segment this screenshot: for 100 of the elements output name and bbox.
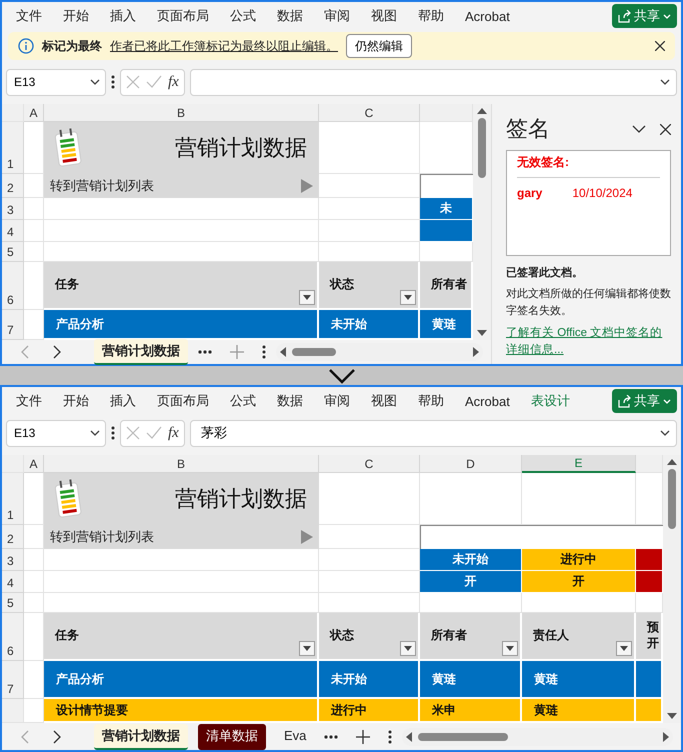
formula-field[interactable]: 茅彩 (190, 420, 677, 446)
grid-cell[interactable] (44, 220, 319, 242)
ribbon-tab[interactable]: Acrobat (455, 8, 520, 24)
sheet-tab[interactable]: Eva (276, 725, 314, 748)
cancel-icon[interactable] (126, 75, 140, 89)
scroll-up-icon[interactable] (477, 108, 487, 114)
grid-cell[interactable] (24, 593, 44, 613)
grid-cell[interactable] (24, 613, 44, 661)
ribbon-tab[interactable]: 插入 (100, 7, 146, 25)
more-vertical-icon[interactable] (111, 75, 115, 89)
grid-cell[interactable] (24, 699, 44, 723)
ribbon-tab[interactable]: 视图 (361, 392, 407, 410)
filter-button[interactable] (299, 641, 315, 656)
ribbon-tab[interactable]: 审阅 (314, 7, 360, 25)
grid-cell[interactable] (420, 473, 522, 525)
more-vertical-icon[interactable] (388, 730, 392, 744)
grid-cell[interactable] (44, 549, 319, 571)
scroll-down-icon[interactable] (667, 713, 677, 719)
chevron-down-icon[interactable] (632, 125, 646, 133)
close-icon[interactable] (660, 124, 671, 134)
share-button[interactable]: 共享 (612, 389, 677, 413)
grid-cell[interactable] (319, 593, 420, 613)
grid-cell[interactable] (44, 242, 319, 262)
ribbon-tab[interactable]: 页面布局 (147, 7, 219, 25)
message-link[interactable]: 作者已将此工作簿标记为最终以阻止编辑。 (110, 38, 338, 54)
ribbon-tab[interactable]: 公式 (220, 392, 266, 410)
row-number[interactable]: 2 (2, 174, 24, 198)
scroll-left-icon[interactable] (406, 732, 412, 742)
ribbon-tab[interactable]: 视图 (361, 7, 407, 25)
row-number[interactable]: 5 (2, 242, 24, 262)
filter-button[interactable] (299, 290, 315, 305)
filter-button[interactable] (400, 290, 416, 305)
grid-cell[interactable] (24, 661, 44, 699)
row-number[interactable]: 6 (2, 262, 24, 310)
signer-name[interactable]: gary (517, 186, 542, 200)
grid-cell[interactable] (319, 174, 420, 198)
row-number[interactable]: 6 (2, 613, 24, 661)
filter-button[interactable] (502, 641, 518, 656)
filter-button[interactable] (400, 641, 416, 656)
name-box[interactable]: E13 (6, 420, 106, 446)
row-number[interactable]: 7 (2, 661, 24, 699)
grid-cell[interactable] (522, 593, 636, 613)
scrollbar-thumb[interactable] (418, 732, 508, 740)
row-number[interactable]: 1 (2, 122, 24, 174)
ribbon-tab[interactable]: 页面布局 (147, 392, 219, 410)
scroll-right-icon[interactable] (663, 732, 669, 742)
ribbon-tab[interactable]: 文件 (6, 392, 52, 410)
grid-cell[interactable] (319, 549, 420, 571)
column-header[interactable]: B (44, 455, 319, 473)
grid-cell[interactable] (319, 242, 420, 262)
list-link[interactable]: 转到营销计划列表 (44, 174, 319, 198)
column-header[interactable]: B (44, 104, 319, 122)
column-header[interactable]: E (522, 455, 636, 473)
check-icon[interactable] (146, 426, 162, 440)
grid-cell[interactable] (24, 242, 44, 262)
formula-field[interactable] (190, 68, 677, 96)
grid-cell[interactable] (420, 242, 473, 262)
row-number[interactable]: 5 (2, 593, 24, 613)
grid-cell[interactable] (24, 220, 44, 242)
add-sheet-icon[interactable] (356, 730, 370, 744)
ribbon-tab[interactable]: 文件 (6, 7, 52, 25)
row-number[interactable]: 3 (2, 549, 24, 571)
grid-cell[interactable] (24, 262, 44, 310)
row-number[interactable]: 3 (2, 198, 24, 220)
edit-anyway-button[interactable]: 仍然编辑 (346, 34, 412, 58)
ribbon-tab[interactable]: 公式 (220, 7, 266, 25)
row-number[interactable] (2, 699, 24, 723)
check-icon[interactable] (146, 75, 162, 89)
more-icon[interactable] (198, 350, 212, 354)
ribbon-tab[interactable]: 帮助 (408, 392, 454, 410)
grid-cell[interactable] (44, 198, 319, 220)
sheet-tab[interactable]: 清单数据 (198, 724, 266, 750)
grid-cell[interactable] (24, 473, 44, 525)
select-all-corner[interactable] (2, 104, 24, 122)
name-box[interactable]: E13 (6, 68, 106, 96)
column-header[interactable]: D (420, 455, 522, 473)
grid-cell[interactable] (420, 122, 473, 174)
row-number[interactable]: 4 (2, 220, 24, 242)
grid-cell[interactable] (636, 473, 663, 525)
more-vertical-icon[interactable] (262, 345, 266, 359)
grid-cell[interactable] (319, 122, 420, 174)
ribbon-tab[interactable]: 数据 (267, 7, 313, 25)
grid-cell[interactable] (24, 174, 44, 198)
grid-cell[interactable] (24, 571, 44, 593)
help-link[interactable]: 了解有关 Office 文档中签名的详细信息... (506, 325, 671, 360)
scroll-left-icon[interactable] (280, 347, 286, 357)
grid-cell[interactable] (420, 593, 522, 613)
column-header[interactable]: A (24, 104, 44, 122)
ribbon-tab[interactable]: 表设计 (520, 392, 580, 410)
sheet-tab[interactable]: 营销计划数据 (94, 724, 188, 750)
scrollbar-thumb[interactable] (292, 348, 336, 356)
share-button[interactable]: 共享 (612, 4, 677, 28)
insert-function-button[interactable]: fx (168, 424, 179, 442)
row-number[interactable]: 7 (2, 310, 24, 340)
scrollbar-thumb[interactable] (478, 118, 486, 178)
column-header[interactable]: C (319, 455, 420, 473)
scrollbar-thumb[interactable] (668, 469, 676, 529)
grid-cell[interactable] (44, 571, 319, 593)
grid-cell[interactable] (522, 473, 636, 525)
column-header[interactable]: A (24, 455, 44, 473)
